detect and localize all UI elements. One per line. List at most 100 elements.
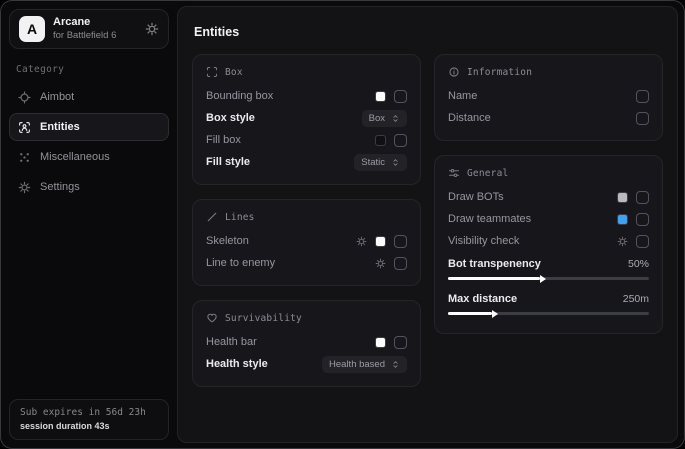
box-style-select[interactable]: Box	[362, 110, 407, 127]
setting-row-max-distance: Max distance 250m	[448, 287, 649, 322]
setting-row-box-style: Box style Box	[206, 107, 407, 129]
setting-row-fill-box: Fill box	[206, 129, 407, 151]
checkbox[interactable]	[636, 191, 649, 204]
slider-label: Max distance	[448, 293, 623, 305]
heart-icon	[206, 312, 218, 324]
color-swatch[interactable]	[617, 214, 628, 225]
bot-transparency-slider[interactable]	[448, 277, 649, 280]
sidebar-item-aimbot[interactable]: Aimbot	[9, 83, 169, 111]
sliders-icon	[448, 167, 460, 179]
row-settings-gear-icon[interactable]	[375, 258, 386, 269]
health-style-select[interactable]: Health based	[322, 356, 407, 373]
chevrons-up-down-icon	[391, 158, 400, 167]
setting-row-draw-bots: Draw BOTs	[448, 186, 649, 208]
color-swatch[interactable]	[375, 91, 386, 102]
setting-label: Box style	[206, 112, 362, 124]
card-title: General	[467, 168, 508, 179]
card-general: General Draw BOTs Draw teammates	[434, 155, 663, 334]
checkbox[interactable]	[636, 235, 649, 248]
setting-row-fill-style: Fill style Static	[206, 151, 407, 173]
gear-icon[interactable]	[145, 22, 159, 36]
setting-label: Draw BOTs	[448, 191, 617, 203]
sidebar-item-label: Entities	[40, 121, 80, 133]
slider-value: 250m	[623, 293, 649, 305]
slider-value: 50%	[628, 258, 649, 270]
setting-label: Distance	[448, 112, 636, 124]
fill-style-select[interactable]: Static	[354, 154, 407, 171]
main-panel: Entities Box Bounding box	[177, 6, 678, 443]
setting-row-bot-transparency: Bot transpenency 50%	[448, 252, 649, 287]
app-window: A Arcane for Battlefield 6 Category Aimb	[0, 0, 685, 449]
checkbox[interactable]	[394, 134, 407, 147]
app-header-card: A Arcane for Battlefield 6	[9, 9, 169, 49]
entities-scan-icon	[18, 121, 31, 134]
sidebar-item-entities[interactable]: Entities	[9, 113, 169, 141]
color-swatch[interactable]	[617, 192, 628, 203]
subscription-info-box: Sub expires in 56d 23h session duration …	[9, 399, 169, 440]
setting-label: Bounding box	[206, 90, 375, 102]
setting-row-line-to-enemy: Line to enemy	[206, 252, 407, 274]
setting-row-visibility-check: Visibility check	[448, 230, 649, 252]
card-title: Box	[225, 67, 243, 78]
row-settings-gear-icon[interactable]	[356, 236, 367, 247]
app-title-block: Arcane for Battlefield 6	[53, 16, 137, 42]
sub-expiry-text: Sub expires in 56d 23h	[20, 407, 158, 418]
setting-row-draw-teammates: Draw teammates	[448, 208, 649, 230]
category-label: Category	[16, 64, 162, 75]
checkbox[interactable]	[394, 336, 407, 349]
sidebar-item-label: Settings	[40, 181, 80, 193]
slider-fill[interactable]	[448, 277, 540, 280]
card-columns: Box Bounding box Box style Box	[192, 54, 663, 401]
card-box-header: Box	[206, 66, 407, 78]
setting-label: Line to enemy	[206, 257, 375, 269]
checkbox[interactable]	[394, 90, 407, 103]
sidebar-item-miscellaneous[interactable]: Miscellaneous	[9, 143, 169, 171]
card-lines: Lines Skeleton	[192, 199, 421, 286]
setting-row-bounding-box: Bounding box	[206, 85, 407, 107]
setting-label: Skeleton	[206, 235, 356, 247]
setting-label: Draw teammates	[448, 213, 617, 225]
setting-label: Fill style	[206, 156, 354, 168]
card-survivability-header: Survivability	[206, 312, 407, 324]
sidebar: A Arcane for Battlefield 6 Category Aimb	[1, 1, 177, 448]
card-box: Box Bounding box Box style Box	[192, 54, 421, 185]
color-swatch[interactable]	[375, 236, 386, 247]
gear-icon	[18, 181, 31, 194]
slider-fill[interactable]	[448, 312, 492, 315]
checkbox[interactable]	[394, 235, 407, 248]
sidebar-item-settings[interactable]: Settings	[9, 173, 169, 201]
setting-row-distance: Distance	[448, 107, 649, 129]
diagonal-line-icon	[206, 211, 218, 223]
card-lines-header: Lines	[206, 211, 407, 223]
max-distance-slider[interactable]	[448, 312, 649, 315]
setting-label: Fill box	[206, 134, 375, 146]
card-title: Information	[467, 67, 532, 78]
checkbox[interactable]	[636, 112, 649, 125]
card-information: Information Name Distance	[434, 54, 663, 141]
select-value: Static	[361, 157, 385, 168]
setting-label: Name	[448, 90, 636, 102]
slider-label: Bot transpenency	[448, 258, 628, 270]
card-information-header: Information	[448, 66, 649, 78]
crosshair-icon	[18, 91, 31, 104]
color-swatch[interactable]	[375, 135, 386, 146]
setting-row-name: Name	[448, 85, 649, 107]
color-swatch[interactable]	[375, 337, 386, 348]
setting-label: Health bar	[206, 336, 375, 348]
select-value: Box	[369, 113, 385, 124]
card-title: Lines	[225, 212, 255, 223]
checkbox[interactable]	[394, 257, 407, 270]
checkbox[interactable]	[636, 213, 649, 226]
checkbox[interactable]	[636, 90, 649, 103]
setting-label: Visibility check	[448, 235, 617, 247]
chevrons-up-down-icon	[391, 360, 400, 369]
row-settings-gear-icon[interactable]	[617, 236, 628, 247]
box-corners-icon	[206, 66, 218, 78]
info-circle-icon	[448, 66, 460, 78]
card-title: Survivability	[225, 313, 302, 324]
app-name: Arcane	[53, 16, 137, 30]
page-title: Entities	[194, 25, 661, 39]
sidebar-item-label: Miscellaneous	[40, 151, 110, 163]
card-survivability: Survivability Health bar Health style	[192, 300, 421, 387]
setting-row-health-bar: Health bar	[206, 331, 407, 353]
